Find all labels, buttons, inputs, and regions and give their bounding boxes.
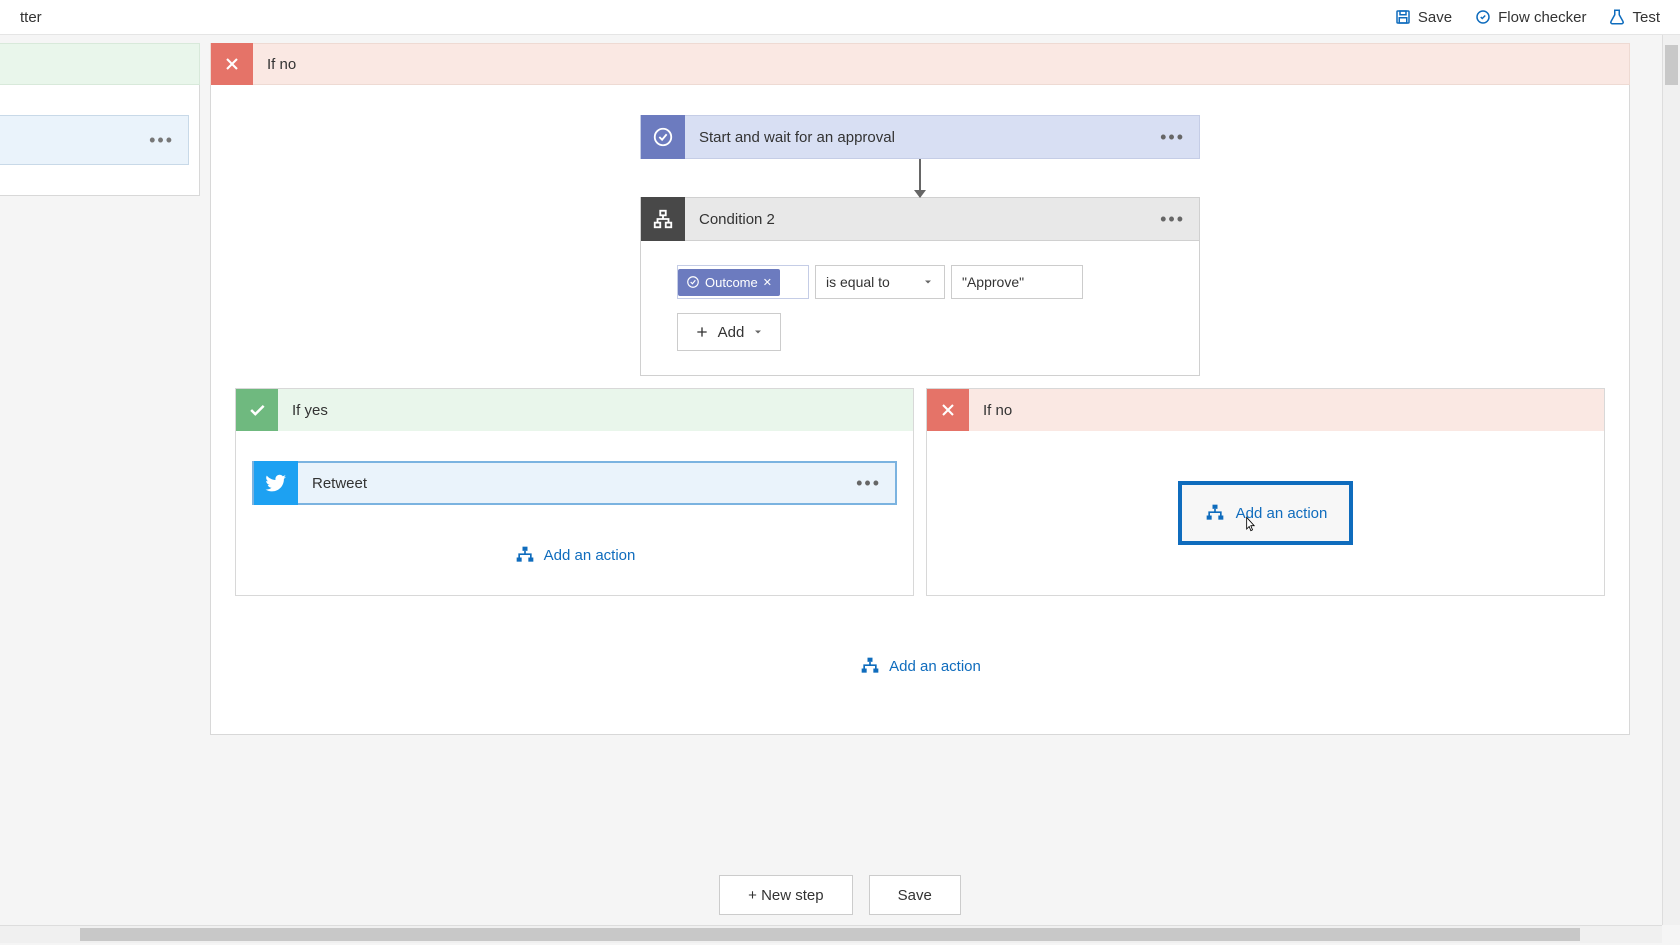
footer-actions: + New step Save [0,875,1680,915]
flow-canvas[interactable]: ••• If no Start and wait for an approval… [0,35,1660,810]
if-no-header[interactable]: If no [927,389,1604,431]
condition-header[interactable]: Condition 2 ••• [640,197,1200,241]
operator-select[interactable]: is equal to [815,265,945,299]
flow-checker-icon [1474,8,1492,26]
condition-card: Condition 2 ••• Outcome ✕ is [640,197,1200,376]
check-icon [236,389,278,431]
cursor-icon [1240,513,1260,535]
top-toolbar: tter Save Flow checker Test [0,0,1680,35]
flow-checker-button[interactable]: Flow checker [1474,8,1586,26]
x-icon [927,389,969,431]
condition-icon [641,197,685,241]
chevron-down-icon [922,276,934,288]
add-action-icon [514,545,536,565]
ellipsis-icon[interactable]: ••• [149,130,174,151]
save-icon [1394,8,1412,26]
save-step-button[interactable]: Save [869,875,961,915]
breadcrumb-partial: tter [20,9,42,26]
flow-arrow [919,159,921,197]
ellipsis-icon[interactable]: ••• [1146,209,1199,230]
x-icon [211,43,253,85]
ellipsis-icon[interactable]: ••• [1146,127,1199,148]
horizontal-scrollbar[interactable] [0,925,1662,943]
left-branch-header[interactable] [0,43,200,85]
approval-token-icon [686,275,700,289]
left-action-card[interactable]: ••• [0,115,189,165]
if-yes-branch: If yes Retweet ••• Add an action [235,388,914,596]
retweet-action-card[interactable]: Retweet ••• [252,461,897,505]
if-yes-header[interactable]: If yes [236,389,913,431]
if-no-branch: If no Add an action [926,388,1605,596]
outer-if-no-container: If no Start and wait for an approval •••… [210,43,1630,735]
remove-token-icon[interactable]: ✕ [763,276,772,289]
value-input[interactable]: "Approve" [951,265,1083,299]
vertical-scrollbar[interactable] [1662,35,1680,925]
approval-action-card[interactable]: Start and wait for an approval ••• [640,115,1200,159]
test-icon [1608,8,1626,26]
new-step-button[interactable]: + New step [719,875,852,915]
add-action-button[interactable]: Add an action [514,545,636,565]
add-action-button[interactable]: Add an action [859,656,981,676]
approval-icon [641,115,685,159]
save-button[interactable]: Save [1394,8,1452,26]
test-button[interactable]: Test [1608,8,1660,26]
add-action-button-highlighted[interactable]: Add an action [1178,481,1354,545]
add-action-icon [1204,503,1226,523]
add-condition-button[interactable]: Add [677,313,781,351]
twitter-icon [254,461,298,505]
outer-if-no-header[interactable]: If no [210,43,1630,85]
left-branch-clipped: ••• [0,43,200,196]
condition-operand-field[interactable]: Outcome ✕ [677,265,809,299]
add-action-icon [859,656,881,676]
chevron-down-icon [752,326,764,338]
ellipsis-icon[interactable]: ••• [842,473,895,494]
plus-icon [694,324,710,340]
